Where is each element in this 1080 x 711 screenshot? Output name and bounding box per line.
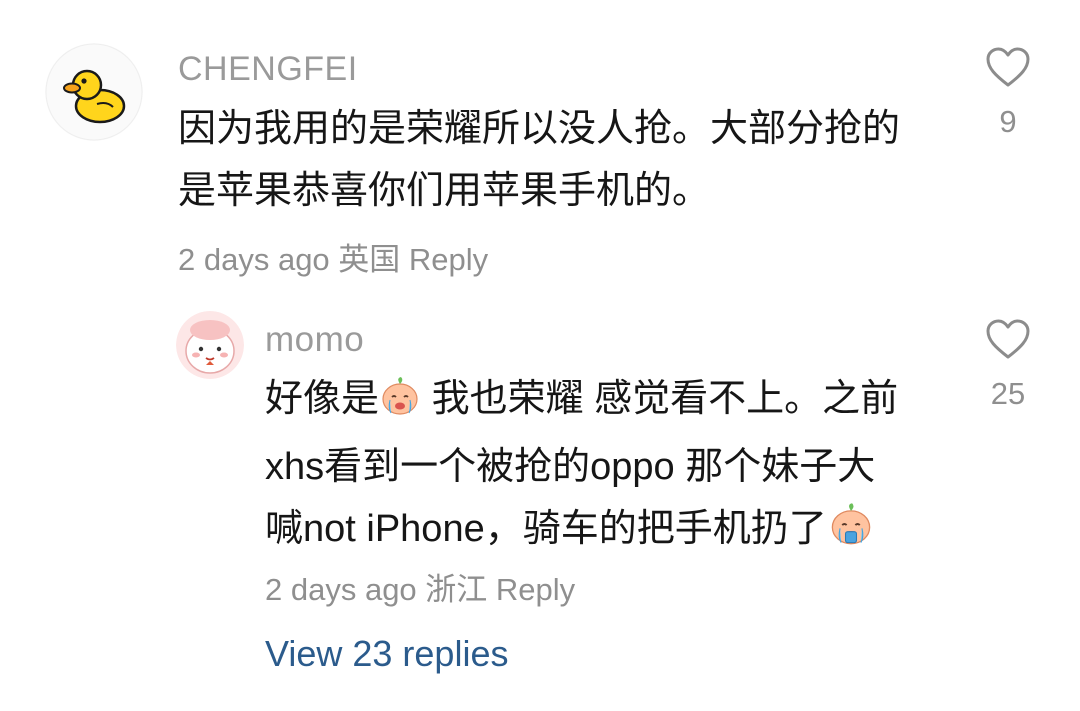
heart-icon[interactable] [985,318,1031,360]
comment-text-line: 因为我用的是荣耀所以没人抢。大部分抢的 [178,108,901,150]
like-control: 25 [973,318,1043,412]
comment-time: 2 days ago [178,242,330,277]
reply-text-line: 好像是 我也荣耀 感觉看不上。之前 [265,368,898,436]
reply-text-line: 喊not iPhone，骑车的把手机扔了 [265,498,898,566]
reply-button[interactable]: Reply [409,242,488,277]
like-count: 9 [999,104,1017,139]
avatar[interactable] [45,43,143,141]
reply-location: 浙江 [425,572,488,607]
pink-character-avatar-icon [176,311,244,379]
reply-username[interactable]: momo [265,320,364,360]
avatar[interactable] [176,311,244,379]
reply-text: 好像是 我也荣耀 感觉看不上。之前 xhs看到一个被抢的oppo 那个妹子大 喊… [265,368,898,566]
reply-button[interactable]: Reply [496,572,575,607]
comment-text: 因为我用的是荣耀所以没人抢。大部分抢的 是苹果恭喜你们用苹果手机的。 [178,98,900,222]
like-count: 25 [990,376,1026,411]
duck-icon [45,43,143,141]
comments-section: CHENGFEI 因为我用的是荣耀所以没人抢。大部分抢的 是苹果恭喜你们用苹果手… [0,0,1080,711]
view-replies-link[interactable]: View 23 replies [265,633,508,675]
crying-peach-emoji-icon [827,501,875,566]
like-control: 9 [973,46,1043,140]
comment-username[interactable]: CHENGFEI [178,50,358,89]
reply-text-line: xhs看到一个被抢的oppo 那个妹子大 [265,446,876,488]
reply-meta: 2 days ago 浙江 Reply [265,564,575,609]
reply-time: 2 days ago [265,572,417,607]
comment-meta: 2 days ago 英国 Reply [178,234,488,279]
comment-text-line: 是苹果恭喜你们用苹果手机的。 [178,170,711,212]
crying-peach-emoji-icon [379,374,421,436]
heart-icon[interactable] [985,46,1031,88]
comment-location: 英国 [338,242,401,277]
